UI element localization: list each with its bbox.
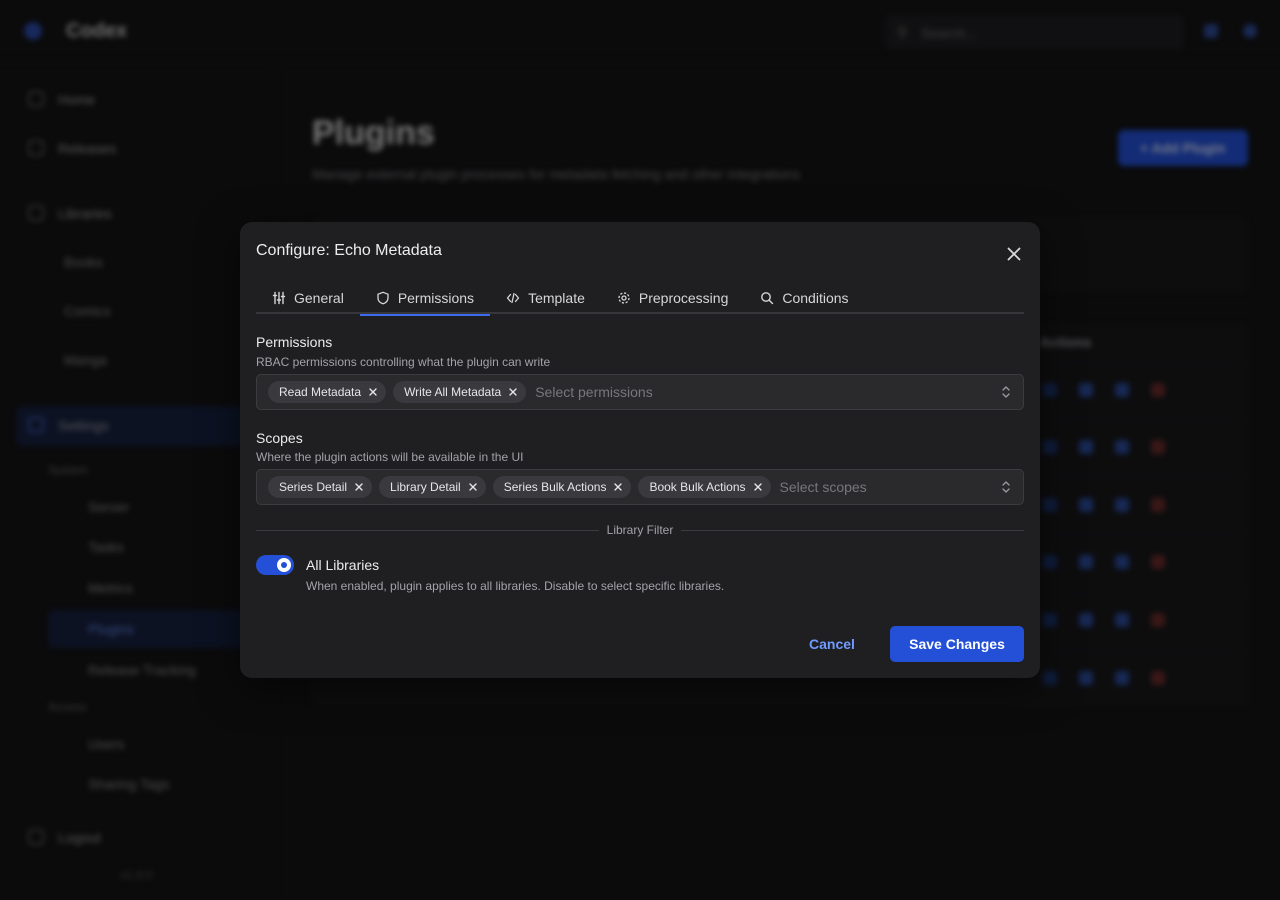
library-filter-divider: Library Filter: [256, 522, 1024, 538]
close-icon: [469, 483, 477, 491]
close-icon: [1007, 247, 1021, 261]
permission-pill-read-metadata: Read Metadata: [268, 381, 387, 403]
remove-pill-button[interactable]: [352, 480, 366, 494]
close-icon: [753, 483, 762, 491]
configure-plugin-modal: Configure: Echo Metadata General Permiss…: [240, 222, 1040, 678]
close-icon: [509, 388, 517, 396]
gear-icon: [618, 292, 630, 304]
scopes-multiselect[interactable]: Series Detail Library Detail Series Bulk…: [256, 469, 1024, 505]
all-libraries-description: When enabled, plugin applies to all libr…: [306, 579, 725, 593]
chevron-up-down-icon: [1002, 386, 1010, 398]
scope-pill-book-bulk-actions: Book Bulk Actions: [638, 476, 771, 498]
remove-pill-button[interactable]: [506, 385, 520, 399]
remove-pill-button[interactable]: [751, 480, 765, 494]
scopes-label: Scopes: [256, 430, 303, 446]
scope-pill-library-detail: Library Detail: [379, 476, 486, 498]
remove-pill-button[interactable]: [366, 385, 380, 399]
chevron-up-down-icon: [1002, 481, 1010, 493]
tab-preprocessing[interactable]: Preprocessing: [601, 282, 745, 314]
permissions-multiselect[interactable]: Read Metadata Write All Metadata Select …: [256, 374, 1024, 410]
close-button[interactable]: [1002, 242, 1026, 266]
save-changes-button[interactable]: Save Changes: [890, 626, 1024, 662]
search-icon: [761, 292, 774, 305]
close-icon: [614, 483, 623, 491]
remove-pill-button[interactable]: [611, 480, 625, 494]
shield-icon: [377, 291, 389, 305]
tab-conditions[interactable]: Conditions: [744, 282, 864, 314]
code-icon: [506, 292, 520, 304]
library-filter-label: Library Filter: [606, 523, 674, 537]
permission-pill-write-all-metadata: Write All Metadata: [393, 381, 527, 403]
tab-general[interactable]: General: [256, 282, 360, 314]
tab-permissions[interactable]: Permissions: [359, 282, 491, 316]
tab-preprocessing-label: Preprocessing: [638, 290, 729, 306]
scopes-search-input[interactable]: Select scopes: [780, 479, 867, 495]
tab-template-label: Template: [528, 290, 585, 306]
all-libraries-label: All Libraries: [306, 557, 380, 573]
permissions-search-input[interactable]: Select permissions: [535, 384, 653, 400]
tab-list: General Permissions Template Preprocessi…: [256, 282, 1024, 316]
close-icon: [355, 483, 363, 491]
sliders-icon: [272, 291, 286, 305]
permissions-label: Permissions: [256, 334, 333, 350]
close-icon: [369, 388, 377, 396]
modal-title: Configure: Echo Metadata: [256, 242, 442, 259]
all-libraries-toggle[interactable]: [256, 555, 294, 575]
tab-conditions-label: Conditions: [782, 290, 849, 306]
remove-pill-button[interactable]: [466, 480, 480, 494]
tab-template[interactable]: Template: [490, 282, 601, 314]
tab-general-label: General: [294, 290, 344, 306]
permissions-description: RBAC permissions controlling what the pl…: [256, 355, 551, 369]
tab-permissions-label: Permissions: [397, 290, 475, 306]
scopes-description: Where the plugin actions will be availab…: [256, 450, 524, 464]
cancel-button[interactable]: Cancel: [790, 626, 874, 662]
scope-pill-series-bulk-actions: Series Bulk Actions: [492, 476, 632, 498]
toggle-knob: [277, 558, 291, 572]
scope-pill-series-detail: Series Detail: [268, 476, 373, 498]
